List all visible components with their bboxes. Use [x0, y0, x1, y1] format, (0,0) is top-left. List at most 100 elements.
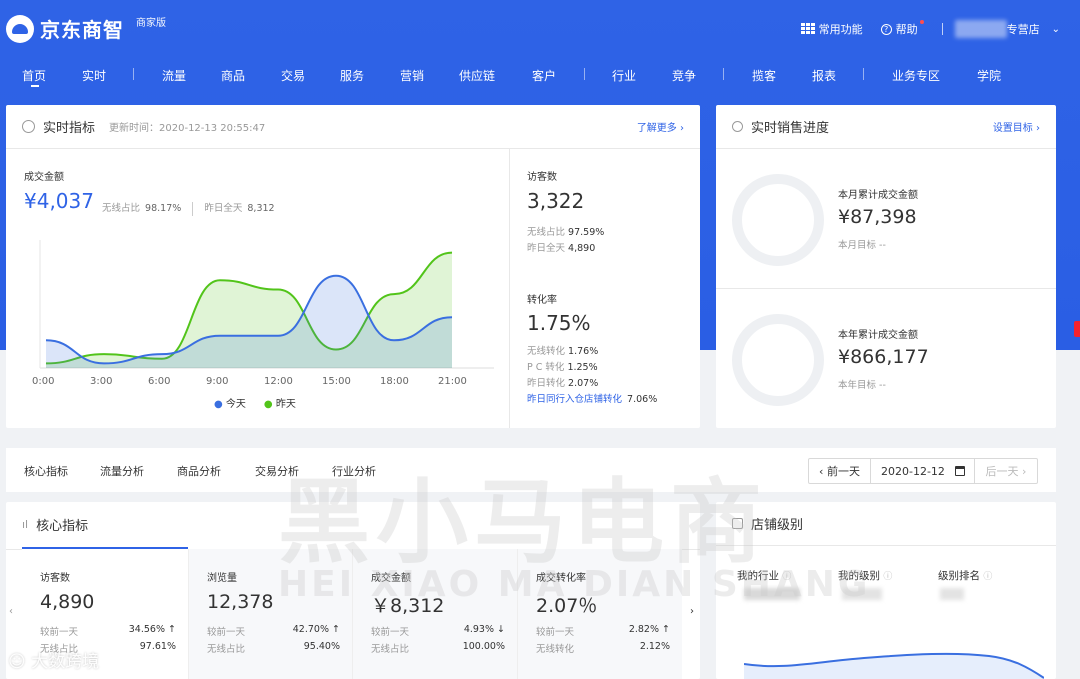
- compare-percent: 4.93%: [463, 624, 494, 635]
- legend-today[interactable]: ● 今天: [214, 395, 246, 410]
- store-name-blurred: [954, 20, 1007, 38]
- label: 昨日转化: [527, 378, 566, 389]
- sub-value: 100.00%: [462, 641, 505, 652]
- nav-customers[interactable]: 客户: [532, 67, 556, 84]
- nav-traffic[interactable]: 流量: [162, 67, 186, 84]
- side-tab[interactable]: [1074, 321, 1080, 337]
- gmv-value: ¥4,037: [24, 189, 94, 213]
- nav-competition[interactable]: 竞争: [672, 67, 696, 84]
- nav-business-zone[interactable]: 业务专区: [892, 67, 940, 84]
- edition-badge: 商家版: [136, 18, 166, 29]
- next-day-button[interactable]: 后一天 ›: [975, 459, 1037, 483]
- common-functions-button[interactable]: 常用功能: [800, 21, 863, 37]
- nav-industry[interactable]: 行业: [612, 67, 636, 84]
- cell-compare: 较前一天 42.70% ↑: [207, 624, 340, 638]
- level-rank: 级别排名 ⓘ: [938, 568, 992, 583]
- cell-value: ￥8,312: [371, 595, 445, 617]
- visitors-value: 3,322: [527, 189, 585, 213]
- nav-realtime[interactable]: 实时: [82, 67, 106, 84]
- nav-acquire[interactable]: 揽客: [752, 67, 776, 84]
- card-title: 店铺级别: [751, 518, 804, 533]
- chart-legend: ● 今天 ● 昨天: [214, 395, 296, 410]
- date-picker[interactable]: 2020-12-12: [871, 459, 975, 483]
- sub-label: 无线占比: [40, 644, 79, 655]
- legend-dot-icon: ●: [214, 399, 223, 410]
- chevron-down-icon: ⌄: [1051, 23, 1060, 35]
- tab-traffic[interactable]: 流量分析: [100, 463, 144, 479]
- core-cell-gmv[interactable]: 成交金额 ￥8,312 较前一天 4.93% ↓ 无线占比 100.00%: [352, 549, 517, 679]
- legend-yesterday-label: 昨天: [275, 399, 296, 410]
- grid-icon: [800, 23, 815, 35]
- x-tick-label: 3:00: [90, 376, 113, 387]
- core-cell-conversion[interactable]: 成交转化率 2.07％ 较前一天 2.82% ↑ 无线转化 2.12%: [517, 549, 682, 679]
- visitors-label: 访客数: [527, 172, 557, 183]
- store-level-card: 店铺级别 我的行业 ⓘ 我的级别 ⓘ 级别排名 ⓘ: [716, 502, 1056, 679]
- help-button[interactable]: ? 帮助: [880, 20, 924, 37]
- nav-marketing[interactable]: 营销: [400, 67, 424, 84]
- nav-academy[interactable]: 学院: [977, 67, 1001, 84]
- card-header: 实时销售进度 设置目标 ›: [716, 105, 1056, 149]
- nav-products[interactable]: 商品: [221, 67, 245, 84]
- arrow-up-icon: ↑: [662, 624, 670, 635]
- label: 无线转化: [527, 346, 566, 357]
- cell-label: 浏览量: [207, 573, 237, 584]
- legend-yesterday[interactable]: ● 昨天: [264, 395, 296, 410]
- jd-logo-icon: [6, 14, 34, 43]
- compare-value: 2.82% ↑: [629, 624, 670, 638]
- store-menu[interactable]: 专营店 ⌄: [1007, 21, 1060, 37]
- tab-products[interactable]: 商品分析: [177, 463, 221, 479]
- chevron-right-icon[interactable]: ›: [690, 606, 694, 617]
- learn-more-link[interactable]: 了解更多 ›: [637, 119, 684, 134]
- industry-conversion[interactable]: 昨日同行入仓店铺转化 7.06%: [527, 391, 657, 405]
- card-title: 实时指标: [43, 121, 96, 136]
- sub-label: 无线占比: [371, 644, 410, 655]
- card-header: 实时指标 更新时间：2020-12-13 20:55:47 了解更多 ›: [6, 105, 700, 149]
- clock-icon: [22, 120, 35, 133]
- yesterday-value: 8,312: [247, 203, 275, 214]
- x-tick-label: 21:00: [438, 376, 467, 387]
- card-title: 实时销售进度: [751, 121, 830, 136]
- top-actions: 常用功能 ? 帮助 专营店 ⌄: [783, 20, 1060, 38]
- sub-value: 95.40%: [303, 641, 340, 652]
- nav-home[interactable]: 首页: [22, 67, 46, 87]
- cell-value: 12,378: [207, 591, 274, 613]
- year-label: 本年累计成交金额: [838, 330, 918, 341]
- prev-day-button[interactable]: ‹ 前一天: [809, 459, 871, 483]
- nav-supply-chain[interactable]: 供应链: [459, 67, 495, 84]
- chevron-left-icon[interactable]: ‹: [9, 606, 13, 617]
- redacted-value: [940, 588, 964, 600]
- month-value: ¥87,398: [838, 206, 917, 228]
- col-label: 我的行业: [737, 570, 779, 582]
- set-target-link[interactable]: 设置目标 ›: [993, 119, 1040, 134]
- brand-logo[interactable]: 京东商智: [6, 14, 124, 43]
- divider: [716, 288, 1056, 289]
- month-target: 本月目标 --: [838, 240, 886, 251]
- cell-sub: 无线占比 95.40%: [207, 641, 340, 655]
- compare-percent: 34.56%: [128, 624, 165, 635]
- my-industry: 我的行业 ⓘ: [737, 568, 791, 583]
- nav-service[interactable]: 服务: [340, 67, 364, 84]
- tab-industry[interactable]: 行业分析: [332, 463, 376, 479]
- question-icon[interactable]: ⓘ: [883, 572, 892, 582]
- value: 2.07%: [568, 378, 599, 389]
- arrow-up-icon: ↑: [168, 624, 176, 635]
- target-icon: [732, 121, 743, 132]
- industry-conversion-value: 7.06%: [627, 394, 658, 405]
- question-icon: ?: [880, 23, 892, 35]
- nav-reports[interactable]: 报表: [812, 67, 836, 84]
- industry-conversion-link[interactable]: 昨日同行入仓店铺转化: [527, 394, 622, 405]
- x-tick-label: 18:00: [380, 376, 409, 387]
- card-header: 店铺级别: [716, 502, 1056, 546]
- question-icon[interactable]: ⓘ: [782, 572, 791, 582]
- core-cell-pageviews[interactable]: 浏览量 12,378 较前一天 42.70% ↑ 无线占比 95.40%: [188, 549, 352, 679]
- question-icon[interactable]: ⓘ: [983, 572, 992, 582]
- tab-core[interactable]: 核心指标: [24, 463, 68, 479]
- divider: [941, 23, 943, 35]
- gmv-label: 成交金额: [24, 172, 64, 183]
- core-cell-visitors[interactable]: 访客数 4,890 较前一天 34.56% ↑ 无线占比 97.61%: [22, 549, 188, 679]
- nav-trade[interactable]: 交易: [281, 67, 305, 84]
- sub-label: 无线转化: [536, 644, 575, 655]
- cell-value: 2.07％: [536, 595, 598, 617]
- redacted-value: [842, 588, 882, 600]
- tab-trade[interactable]: 交易分析: [255, 463, 299, 479]
